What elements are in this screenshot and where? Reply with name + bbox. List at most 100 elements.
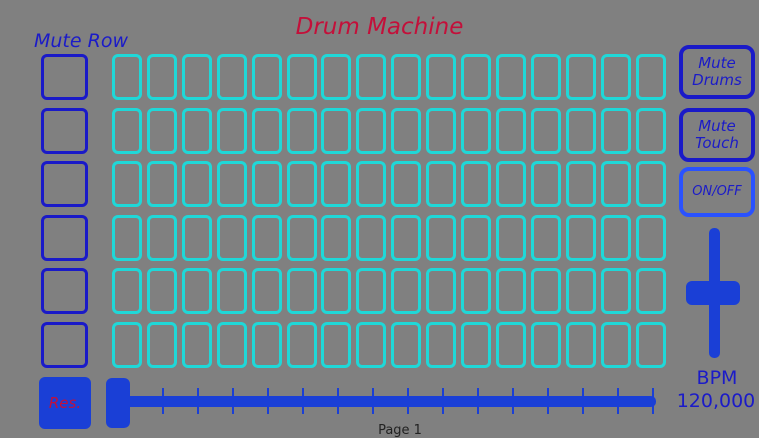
step-cell[interactable] — [286, 108, 317, 154]
step-cell[interactable] — [600, 268, 631, 314]
step-cell[interactable] — [356, 322, 387, 368]
step-cell[interactable] — [216, 108, 247, 154]
mute-row-button-5[interactable] — [41, 268, 88, 314]
step-cell[interactable] — [426, 215, 457, 261]
on-off-button[interactable]: ON/OFF — [679, 167, 755, 217]
step-cell[interactable] — [251, 161, 282, 207]
step-cell[interactable] — [321, 215, 352, 261]
step-cell[interactable] — [216, 161, 247, 207]
mute-row-button-2[interactable] — [41, 108, 88, 154]
step-cell[interactable] — [286, 322, 317, 368]
step-cell[interactable] — [181, 161, 212, 207]
step-cell[interactable] — [461, 322, 491, 368]
step-cell[interactable] — [391, 161, 422, 207]
step-cell[interactable] — [600, 108, 631, 154]
step-cell[interactable] — [112, 54, 142, 100]
mute-drums-button[interactable]: Mute Drums — [679, 45, 755, 99]
step-cell[interactable] — [286, 268, 317, 314]
step-cell[interactable] — [530, 161, 561, 207]
step-cell[interactable] — [216, 215, 247, 261]
mute-touch-button[interactable]: Mute Touch — [679, 108, 755, 162]
step-cell[interactable] — [530, 54, 561, 100]
step-cell[interactable] — [635, 108, 666, 154]
step-cell[interactable] — [112, 108, 142, 154]
step-cell[interactable] — [286, 215, 317, 261]
step-cell[interactable] — [426, 54, 457, 100]
step-cell[interactable] — [251, 215, 282, 261]
step-cell[interactable] — [461, 161, 491, 207]
mute-row-button-1[interactable] — [41, 54, 88, 100]
step-cell[interactable] — [600, 215, 631, 261]
step-cell[interactable] — [391, 268, 422, 314]
step-cell[interactable] — [356, 108, 387, 154]
step-cell[interactable] — [181, 268, 212, 314]
step-cell[interactable] — [321, 268, 352, 314]
step-cell[interactable] — [146, 268, 177, 314]
step-cell[interactable] — [426, 161, 457, 207]
step-cell[interactable] — [112, 322, 142, 368]
step-cell[interactable] — [565, 54, 596, 100]
step-cell[interactable] — [146, 161, 177, 207]
step-cell[interactable] — [635, 215, 666, 261]
mute-row-button-3[interactable] — [41, 161, 88, 207]
step-cell[interactable] — [251, 268, 282, 314]
step-cell[interactable] — [356, 215, 387, 261]
step-cell[interactable] — [251, 54, 282, 100]
step-cell[interactable] — [530, 215, 561, 261]
step-cell[interactable] — [181, 322, 212, 368]
step-cell[interactable] — [635, 161, 666, 207]
step-cell[interactable] — [565, 215, 596, 261]
step-cell[interactable] — [112, 268, 142, 314]
step-cell[interactable] — [181, 54, 212, 100]
step-cell[interactable] — [530, 268, 561, 314]
step-cell[interactable] — [600, 54, 631, 100]
step-cell[interactable] — [112, 161, 142, 207]
step-cell[interactable] — [495, 108, 526, 154]
step-cell[interactable] — [600, 322, 631, 368]
step-cell[interactable] — [530, 322, 561, 368]
step-cell[interactable] — [146, 108, 177, 154]
step-cell[interactable] — [426, 322, 457, 368]
page-slider-track[interactable] — [112, 396, 656, 407]
step-cell[interactable] — [426, 268, 457, 314]
step-cell[interactable] — [321, 322, 352, 368]
step-cell[interactable] — [146, 54, 177, 100]
step-cell[interactable] — [391, 215, 422, 261]
step-cell[interactable] — [565, 161, 596, 207]
step-cell[interactable] — [251, 322, 282, 368]
step-cell[interactable] — [461, 268, 491, 314]
step-cell[interactable] — [391, 322, 422, 368]
step-cell[interactable] — [216, 54, 247, 100]
reset-button[interactable]: Res. — [39, 377, 91, 429]
step-cell[interactable] — [461, 54, 491, 100]
step-cell[interactable] — [216, 268, 247, 314]
step-cell[interactable] — [321, 54, 352, 100]
step-cell[interactable] — [356, 268, 387, 314]
step-cell[interactable] — [600, 161, 631, 207]
mute-row-button-6[interactable] — [41, 322, 88, 368]
step-cell[interactable] — [635, 268, 666, 314]
mute-row-button-4[interactable] — [41, 215, 88, 261]
step-cell[interactable] — [565, 322, 596, 368]
page-slider-thumb[interactable] — [106, 378, 130, 428]
step-cell[interactable] — [321, 161, 352, 207]
step-cell[interactable] — [565, 108, 596, 154]
bpm-slider-thumb[interactable] — [686, 281, 740, 305]
step-cell[interactable] — [216, 322, 247, 368]
step-cell[interactable] — [461, 215, 491, 261]
step-cell[interactable] — [495, 322, 526, 368]
step-cell[interactable] — [321, 108, 352, 154]
step-cell[interactable] — [495, 161, 526, 207]
step-cell[interactable] — [251, 108, 282, 154]
step-cell[interactable] — [286, 161, 317, 207]
step-cell[interactable] — [461, 108, 491, 154]
step-cell[interactable] — [426, 108, 457, 154]
step-cell[interactable] — [391, 108, 422, 154]
step-cell[interactable] — [286, 54, 317, 100]
step-cell[interactable] — [146, 215, 177, 261]
step-cell[interactable] — [181, 108, 212, 154]
step-cell[interactable] — [495, 215, 526, 261]
step-cell[interactable] — [112, 215, 142, 261]
step-cell[interactable] — [181, 215, 212, 261]
step-cell[interactable] — [146, 322, 177, 368]
